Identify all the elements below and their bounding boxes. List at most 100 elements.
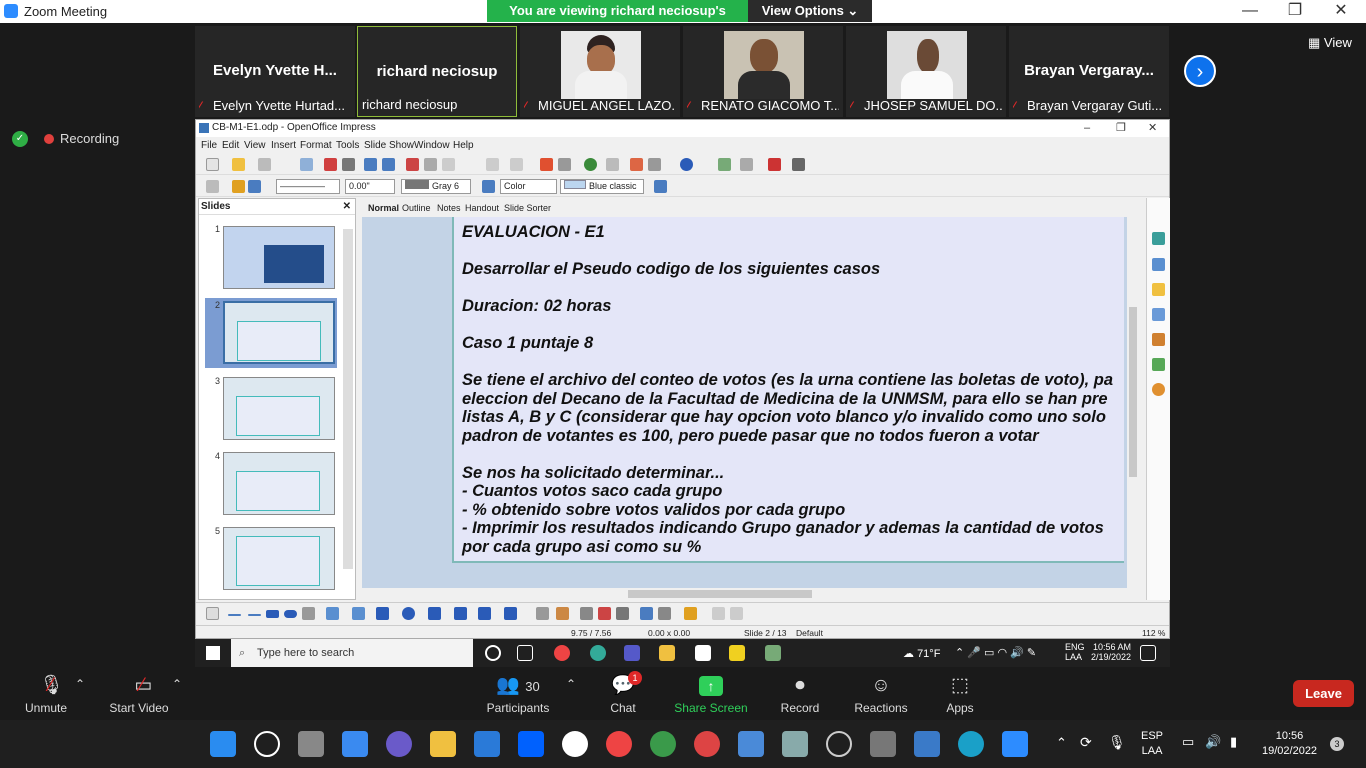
properties-icon[interactable] <box>1152 232 1165 245</box>
battery-icon[interactable]: ▮ <box>1230 734 1237 750</box>
minimize-button[interactable]: — <box>1227 0 1273 23</box>
paste-icon[interactable] <box>442 158 455 171</box>
tray-overflow-icon[interactable]: ⌃ <box>1056 735 1067 751</box>
slide-text-line[interactable]: Duracion: 02 horas <box>462 297 1116 316</box>
file-explorer-icon[interactable] <box>430 731 456 757</box>
new-document-icon[interactable] <box>206 158 219 171</box>
participant-tile[interactable]: Evelyn Yvette H... ⁄ Evelyn Yvette Hurtad… <box>195 26 355 117</box>
menu-slide-show[interactable]: Slide Show <box>364 140 414 151</box>
edit-file-icon[interactable] <box>300 158 313 171</box>
toggle-3d-icon[interactable] <box>730 607 743 620</box>
tray-icons[interactable]: ⌃ 🎤 ▭ ◠ 🔊 ✎ <box>955 646 1036 659</box>
slide-thumbnail-selected[interactable] <box>223 301 335 364</box>
area-icon[interactable] <box>482 180 495 193</box>
network-tool-icon[interactable] <box>782 731 808 757</box>
slide-text-line[interactable]: por cada grupo asi como su % <box>462 538 1116 557</box>
spellcheck-icon[interactable] <box>364 158 377 171</box>
slides-scrollbar[interactable] <box>343 229 353 569</box>
menu-tools[interactable]: Tools <box>336 140 359 151</box>
impress-maximize-button[interactable]: ❐ <box>1116 120 1126 136</box>
notepad-icon[interactable] <box>738 731 764 757</box>
record-button[interactable]: ⏺ Record <box>778 673 822 715</box>
file-explorer-icon[interactable] <box>659 645 675 661</box>
slide-show-icon[interactable] <box>768 158 781 171</box>
extrusion-icon[interactable] <box>616 607 629 620</box>
chat-button[interactable]: 💬 Chat 1 <box>604 671 642 715</box>
remote-clock[interactable]: 10:56 AM 2/19/2022 <box>1091 642 1131 662</box>
participant-tile[interactable]: ⁄ RENATO GIACOMO T... <box>683 26 843 117</box>
chrome-profile-2-icon[interactable] <box>694 731 720 757</box>
globe-icon[interactable] <box>584 158 597 171</box>
rotate-icon[interactable] <box>640 607 653 620</box>
copy-icon[interactable] <box>424 158 437 171</box>
view-button[interactable]: ▦ View <box>1308 35 1352 51</box>
slide-thumbnail[interactable] <box>223 226 335 289</box>
reactions-button[interactable]: ☺ Reactions <box>852 673 910 715</box>
lang-indicator[interactable]: ENG LAA <box>1065 642 1085 662</box>
menu-view[interactable]: View <box>244 140 266 151</box>
undo-icon[interactable] <box>486 158 499 171</box>
zoom-icon[interactable] <box>648 158 661 171</box>
line-tool-icon[interactable] <box>228 614 241 616</box>
text-tool-icon[interactable] <box>302 607 315 620</box>
slide-icon[interactable] <box>718 158 731 171</box>
participant-tile[interactable]: ⁄ JHOSEP SAMUEL DO... <box>846 26 1006 117</box>
impress-close-button[interactable]: ✕ <box>1148 120 1157 136</box>
input-language[interactable]: ESP LAA <box>1141 729 1163 759</box>
menu-format[interactable]: Format <box>300 140 332 151</box>
mail-icon[interactable] <box>695 645 711 661</box>
styles-icon[interactable] <box>206 180 219 193</box>
sticky-notes-icon[interactable] <box>729 645 745 661</box>
menu-window[interactable]: Window <box>414 140 450 151</box>
audio-options-caret[interactable]: ⌃ <box>73 677 87 691</box>
menu-help[interactable]: Help <box>453 140 474 151</box>
search-icon[interactable] <box>254 731 280 757</box>
autospellcheck-icon[interactable] <box>382 158 395 171</box>
next-page-arrow-icon[interactable]: › <box>1184 55 1216 87</box>
basic-shapes-icon[interactable] <box>376 607 389 620</box>
participant-tile-active-speaker[interactable]: richard neciosup richard neciosup <box>357 26 517 117</box>
participant-tile[interactable]: ⁄ MIGUEL ANGEL LAZO... <box>520 26 680 117</box>
edge-icon[interactable] <box>590 645 606 661</box>
impress-minimize-button[interactable]: – <box>1084 120 1090 136</box>
curve-tool-icon[interactable] <box>326 607 339 620</box>
chrome-profile-icon[interactable] <box>650 731 676 757</box>
fill-type-select[interactable]: Color <box>500 179 557 194</box>
slide-text-line[interactable]: EVALUACION - E1 <box>462 223 1116 242</box>
participants-button[interactable]: 👥 30 Participants <box>484 673 552 715</box>
impress-taskbar-icon[interactable] <box>765 645 781 661</box>
taskbar-search-box[interactable]: ⌕ Type here to search <box>231 639 473 667</box>
windows-start-icon[interactable] <box>206 646 220 660</box>
zoom-taskbar-icon[interactable] <box>1002 731 1028 757</box>
horizontal-scrollbar[interactable] <box>362 588 1127 600</box>
notification-icon[interactable] <box>1140 645 1156 661</box>
slide-layout-icon[interactable] <box>740 158 753 171</box>
tab-handout[interactable]: Handout <box>465 203 499 213</box>
calculator-icon[interactable] <box>870 731 896 757</box>
draw-functions-icon[interactable] <box>630 158 643 171</box>
share-screen-button[interactable]: ↑ Share Screen <box>672 673 750 715</box>
slide-text-line[interactable]: - Cuantos votos saco cada grupo <box>462 482 1116 501</box>
export-pdf-icon[interactable] <box>324 158 337 171</box>
participants-options-caret[interactable]: ⌃ <box>564 677 578 691</box>
network-icon[interactable]: ▭ <box>1182 734 1194 750</box>
arrange-icon[interactable] <box>684 607 697 620</box>
maximize-button[interactable]: ❐ <box>1272 0 1318 23</box>
slide-text-line[interactable]: Se tiene el archivo del conteo de votos … <box>462 371 1116 390</box>
windows-start-icon[interactable] <box>210 731 236 757</box>
cut-icon[interactable] <box>406 158 419 171</box>
shadow-toggle-icon[interactable] <box>712 607 725 620</box>
dropbox-icon[interactable] <box>518 731 544 757</box>
tab-normal[interactable]: Normal <box>368 203 399 213</box>
fill-color-select[interactable]: Gray 6 <box>401 179 471 194</box>
animation-star-icon[interactable] <box>1152 283 1165 296</box>
rectangle-tool-icon[interactable] <box>266 610 279 618</box>
task-view-icon[interactable] <box>517 645 533 661</box>
tab-notes[interactable]: Notes <box>437 203 461 213</box>
connector-tool-icon[interactable] <box>352 607 365 620</box>
table-icon[interactable] <box>558 158 571 171</box>
arrow-tool-icon[interactable] <box>248 614 261 616</box>
slide-thumbnail[interactable] <box>223 377 335 440</box>
task-view-icon[interactable] <box>298 731 324 757</box>
grid-icon[interactable] <box>606 158 619 171</box>
